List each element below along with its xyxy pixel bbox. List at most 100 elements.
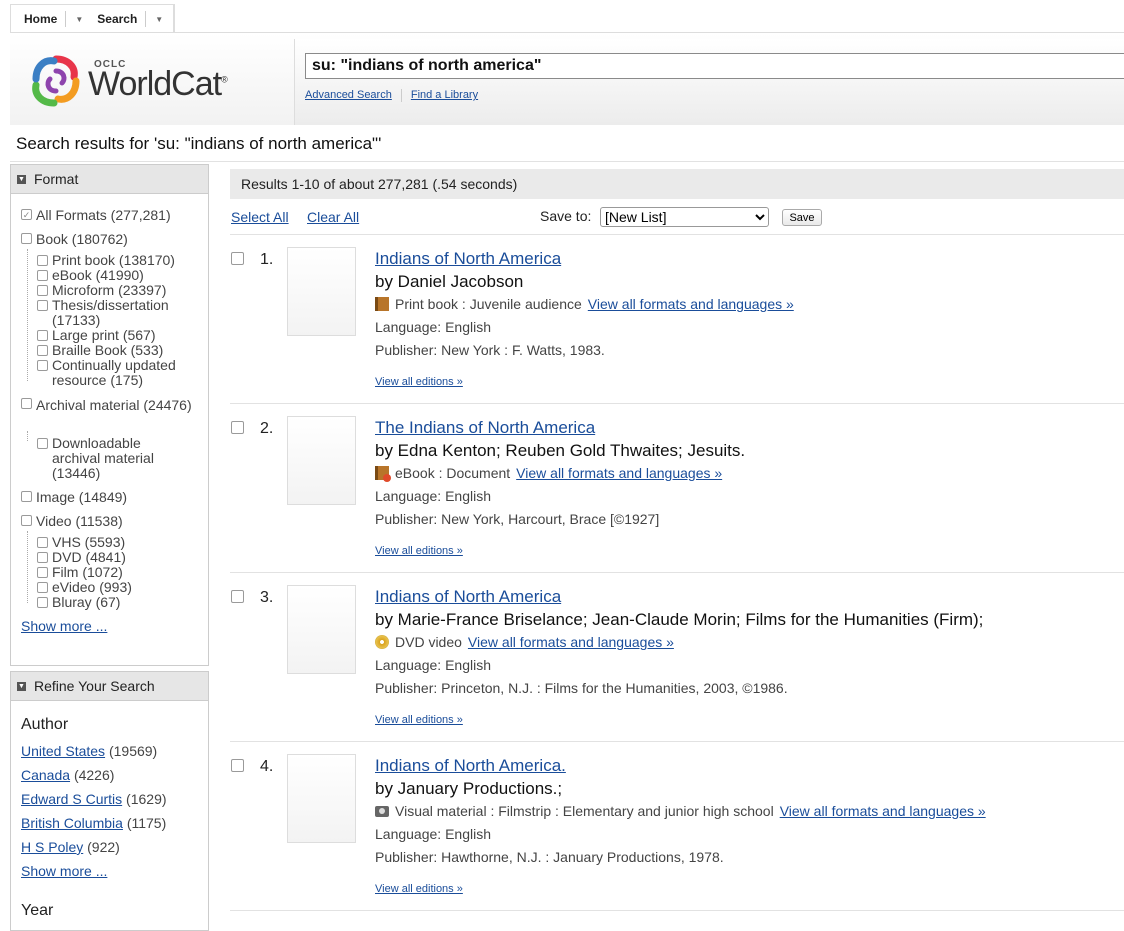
record-author: by Edna Kenton; Reuben Gold Thwaites; Je… [375,441,746,460]
view-formats-link[interactable]: View all formats and languages » [780,803,986,819]
results-summary-bar: Results 1-10 of about 277,281 (.54 secon… [230,169,1124,199]
find-library-link[interactable]: Find a Library [411,89,478,102]
format-facet-header[interactable]: ▼ Format [11,165,208,194]
checkbox-checked[interactable]: ✓ [21,209,32,220]
worldcat-wordmark: WorldCat® [88,65,228,103]
checkbox[interactable] [21,398,32,409]
collapse-icon[interactable]: ▼ [17,681,26,691]
chevron-down-icon[interactable]: ▼ [75,15,89,24]
checkbox[interactable] [21,515,32,526]
facet-vhs[interactable]: VHS (5593) [37,535,125,550]
cover-thumbnail[interactable] [287,585,356,674]
refine-facet: ▼ Refine Your Search Author United State… [10,671,209,931]
record-language: Language: English [375,826,491,842]
search-area: Advanced Search Find a Library [294,39,1124,125]
year-heading: Year [21,902,54,919]
checkbox[interactable] [37,537,48,548]
checkbox[interactable] [37,552,48,563]
record-language: Language: English [375,657,491,673]
worldcat-logo[interactable]: OCLC WorldCat® [26,51,228,111]
cover-thumbnail[interactable] [287,754,356,843]
save-list-select[interactable]: [New List] [600,207,769,227]
clear-all-link[interactable]: Clear All [307,209,359,225]
nav-search[interactable]: Search ▼ [93,5,175,33]
chevron-down-icon[interactable]: ▼ [155,15,169,24]
facet-ebook[interactable]: eBook (41990) [37,268,144,283]
record-publisher: Publisher: Princeton, N.J. : Films for t… [375,680,788,696]
author-show-more-link[interactable]: Show more ... [21,863,107,879]
checkbox[interactable] [21,491,32,502]
record-checkbox[interactable] [231,590,244,603]
view-editions-link[interactable]: View all editions » [375,714,463,726]
facet-thesis[interactable]: Thesis/dissertation (17133) [37,298,197,328]
view-editions-link[interactable]: View all editions » [375,376,463,388]
facet-continually-updated[interactable]: Continually updated resource (175) [37,358,203,388]
search-input[interactable] [305,53,1124,79]
record-format: DVD video View all formats and languages… [375,634,674,650]
view-formats-link[interactable]: View all formats and languages » [588,296,794,312]
facet-braille-book[interactable]: Braille Book (533) [37,343,163,358]
facet-book[interactable]: Book (180762) [21,231,128,247]
view-formats-link[interactable]: View all formats and languages » [516,465,722,481]
camera-icon [375,805,389,817]
facet-all-formats[interactable]: ✓ All Formats (277,281) [21,207,171,223]
cover-thumbnail[interactable] [287,416,356,505]
record-checkbox[interactable] [231,252,244,265]
worldcat-swirl-icon [32,55,80,107]
record-format: eBook : Document View all formats and la… [375,465,722,482]
result-record: 4. Indians of North America. by January … [230,742,1124,911]
ebook-icon [375,466,391,482]
checkbox[interactable] [37,567,48,578]
results-summary: Results 1-10 of about 277,281 (.54 secon… [241,176,518,192]
nav-home[interactable]: Home ▼ [11,5,93,33]
checkbox[interactable] [37,597,48,608]
facet-evideo[interactable]: eVideo (993) [37,580,132,595]
record-checkbox[interactable] [231,759,244,772]
record-publisher: Publisher: New York : F. Watts, 1983. [375,342,605,358]
cover-thumbnail[interactable] [287,247,356,336]
facet-microform[interactable]: Microform (23397) [37,283,166,298]
search-links: Advanced Search Find a Library [305,89,487,102]
page-title: Search results for 'su: "indians of nort… [16,134,382,153]
author-facet-item: Edward S Curtis (1629) [21,791,167,807]
checkbox[interactable] [37,255,48,266]
checkbox[interactable] [37,582,48,593]
record-title-link[interactable]: Indians of North America [375,587,561,607]
facet-print-book[interactable]: Print book (138170) [37,253,205,268]
view-editions-link[interactable]: View all editions » [375,545,463,557]
facet-film[interactable]: Film (1072) [37,565,123,580]
save-button[interactable]: Save [782,209,822,226]
facet-bluray[interactable]: Bluray (67) [37,595,120,610]
facet-downloadable-archival[interactable]: Downloadable archival material (13446) [37,436,187,481]
record-language: Language: English [375,319,491,335]
view-formats-link[interactable]: View all formats and languages » [468,634,674,650]
refine-facet-header[interactable]: ▼ Refine Your Search [11,672,208,701]
checkbox[interactable] [37,285,48,296]
record-checkbox[interactable] [231,421,244,434]
facet-image[interactable]: Image (14849) [21,489,127,505]
result-record: 2. The Indians of North America by Edna … [230,404,1124,573]
format-show-more-link[interactable]: Show more ... [21,618,107,634]
record-title-link[interactable]: Indians of North America. [375,756,566,776]
checkbox[interactable] [37,360,48,371]
author-facet-item: British Columbia (1175) [21,815,167,831]
facet-dvd[interactable]: DVD (4841) [37,550,126,565]
record-author: by Marie-France Briselance; Jean-Claude … [375,610,984,629]
collapse-icon[interactable]: ▼ [17,174,26,184]
select-all-link[interactable]: Select All [231,209,289,225]
checkbox[interactable] [37,345,48,356]
top-nav: Home ▼ Search ▼ [10,4,176,33]
checkbox[interactable] [21,233,32,244]
view-editions-link[interactable]: View all editions » [375,883,463,895]
record-title-link[interactable]: Indians of North America [375,249,561,269]
facet-large-print[interactable]: Large print (567) [37,328,156,343]
facet-video[interactable]: Video (11538) [21,513,123,529]
checkbox[interactable] [37,300,48,311]
record-publisher: Publisher: Hawthorne, N.J. : January Pro… [375,849,724,865]
advanced-search-link[interactable]: Advanced Search [305,89,392,102]
record-title-link[interactable]: The Indians of North America [375,418,595,438]
checkbox[interactable] [37,330,48,341]
facet-archival[interactable]: Archival material (24476) [21,396,201,414]
checkbox[interactable] [37,438,48,449]
checkbox[interactable] [37,270,48,281]
